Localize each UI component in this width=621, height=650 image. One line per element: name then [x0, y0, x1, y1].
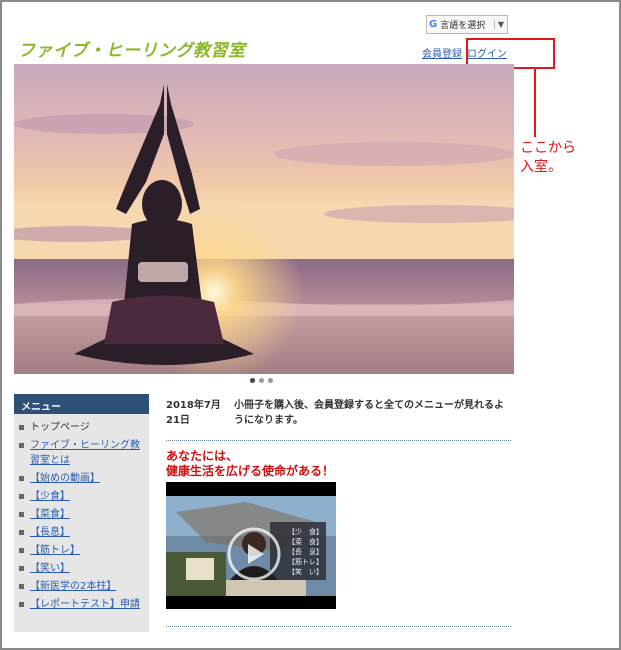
- menu-list: トップページ ファイブ・ヒーリング教習室とは 【始めの動画】 【少食】 【菜食】…: [14, 414, 149, 615]
- sidebar-item-label[interactable]: 【長息】: [30, 527, 70, 538]
- video-player[interactable]: 【少 食】 【菜 食】 【長 息】 【筋トレ】 【笑 い】: [166, 482, 336, 609]
- sidebar-item-about[interactable]: ファイブ・ヒーリング教習室とは: [14, 438, 149, 471]
- sidebar-item-label[interactable]: 【レポートテスト】申請: [30, 599, 140, 610]
- sidebar-item-intro-video[interactable]: 【始めの動画】: [14, 471, 149, 489]
- news-date: 2018年7月21日: [166, 400, 221, 426]
- slider-dot[interactable]: [259, 378, 264, 383]
- sidebar-item-report-test[interactable]: 【レポートテスト】申請: [14, 597, 149, 615]
- sidebar-menu: メニュー トップページ ファイブ・ヒーリング教習室とは 【始めの動画】 【少食】…: [14, 394, 149, 632]
- video-item: 【菜 食】: [288, 537, 323, 546]
- video-thumbnail: 【少 食】 【菜 食】 【長 息】 【筋トレ】 【笑 い】: [166, 482, 336, 609]
- google-translate-icon: G: [429, 19, 438, 30]
- sidebar-item-long-breath[interactable]: 【長息】: [14, 525, 149, 543]
- divider: [166, 440, 511, 441]
- sidebar-item-label[interactable]: ファイブ・ヒーリング教習室とは: [30, 440, 140, 466]
- menu-title: メニュー: [14, 394, 149, 414]
- news-text: 小冊子を購入後、会員登録すると全てのメニューが見れるようになります。: [234, 400, 504, 426]
- slider-dots: [250, 378, 273, 383]
- feature-headline-line-2: 健康生活を広げる使命がある！: [166, 464, 335, 478]
- sidebar-item-label[interactable]: 【筋トレ】: [30, 545, 80, 556]
- site-title[interactable]: ファイブ・ヒーリング教習室: [18, 36, 246, 61]
- feature-headline-line-1: あなたには、: [166, 449, 239, 463]
- sidebar-item-muscle-training[interactable]: 【筋トレ】: [14, 543, 149, 561]
- divider: [166, 626, 511, 627]
- sidebar-item-label[interactable]: 【新医学の2本柱】: [30, 581, 116, 592]
- hero-slider[interactable]: [14, 64, 514, 374]
- video-item: 【笑 い】: [288, 567, 323, 576]
- news-item: 2018年7月21日 小冊子を購入後、会員登録すると全てのメニューが見れるように…: [166, 398, 511, 428]
- login-callout-line: [534, 69, 536, 137]
- sidebar-item-vegetarian[interactable]: 【菜食】: [14, 507, 149, 525]
- login-callout-text: ここから 入室。: [520, 139, 576, 177]
- sidebar-item-laughter[interactable]: 【笑い】: [14, 561, 149, 579]
- language-select[interactable]: G 言語を選択 ▼: [426, 15, 508, 34]
- sidebar-item-small-diet[interactable]: 【少食】: [14, 489, 149, 507]
- slider-dot[interactable]: [268, 378, 273, 383]
- sidebar-item-label[interactable]: トップページ: [30, 422, 90, 433]
- language-select-label: 言語を選択: [440, 21, 486, 31]
- slider-dot[interactable]: [250, 378, 255, 383]
- video-item: 【長 息】: [288, 547, 323, 556]
- sidebar-item-label[interactable]: 【笑い】: [30, 563, 70, 574]
- sidebar-item-top[interactable]: トップページ: [14, 420, 149, 438]
- video-item: 【少 食】: [288, 527, 323, 536]
- sidebar-item-label[interactable]: 【少食】: [30, 491, 70, 502]
- register-link[interactable]: 会員登録: [422, 49, 462, 60]
- sidebar-item-label[interactable]: 【始めの動画】: [30, 473, 100, 484]
- video-item: 【筋トレ】: [288, 557, 323, 566]
- chevron-down-icon: ▼: [493, 20, 507, 29]
- callout-line-2: 入室。: [520, 159, 562, 175]
- sidebar-item-new-medicine[interactable]: 【新医学の2本柱】: [14, 579, 149, 597]
- feature-headline: あなたには、 健康生活を広げる使命がある！: [166, 449, 334, 479]
- hero-image: [14, 64, 514, 374]
- sidebar-item-label[interactable]: 【菜食】: [30, 509, 70, 520]
- callout-line-1: ここから: [520, 140, 576, 156]
